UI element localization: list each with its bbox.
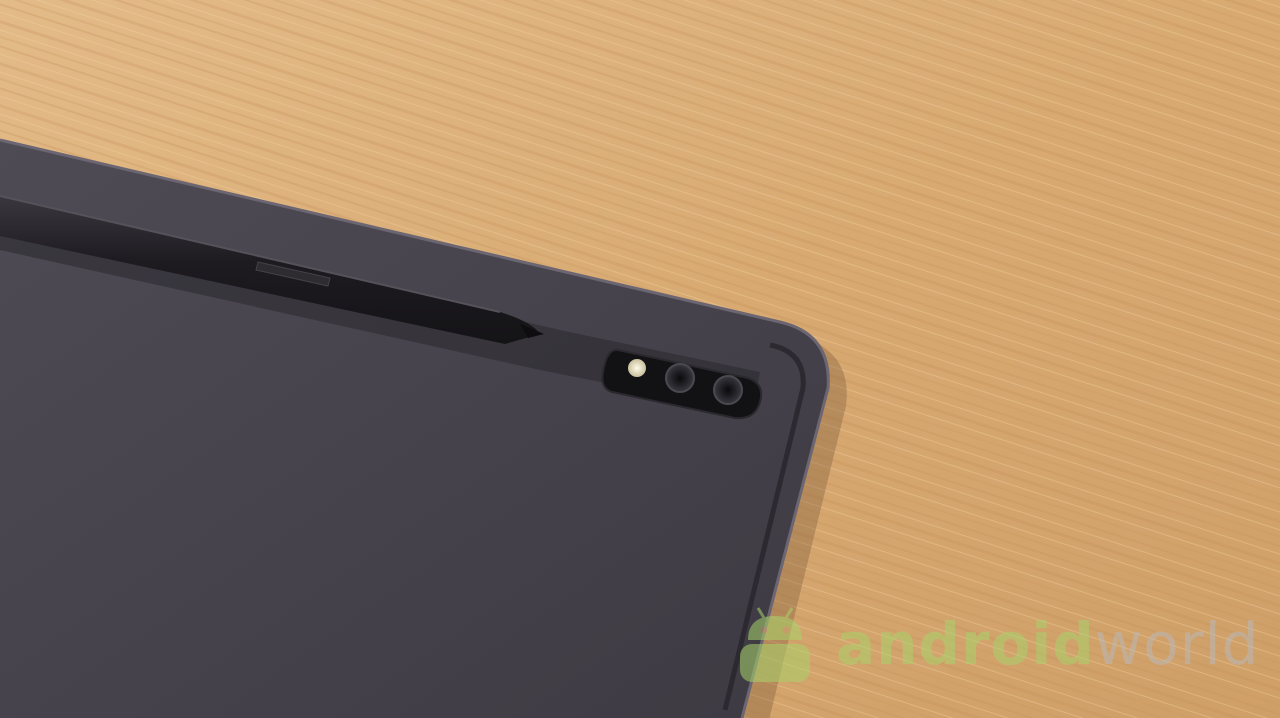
watermark: androidworld	[736, 602, 1260, 686]
watermark-text: androidworld	[836, 615, 1260, 673]
watermark-world: world	[1094, 610, 1260, 678]
watermark-android: android	[836, 610, 1095, 678]
flash-icon	[628, 359, 646, 377]
camera-lens-icon	[665, 363, 695, 393]
photo-scene: androidworld	[0, 0, 1280, 718]
camera-lens-icon	[713, 375, 743, 405]
android-robot-icon	[740, 607, 810, 682]
